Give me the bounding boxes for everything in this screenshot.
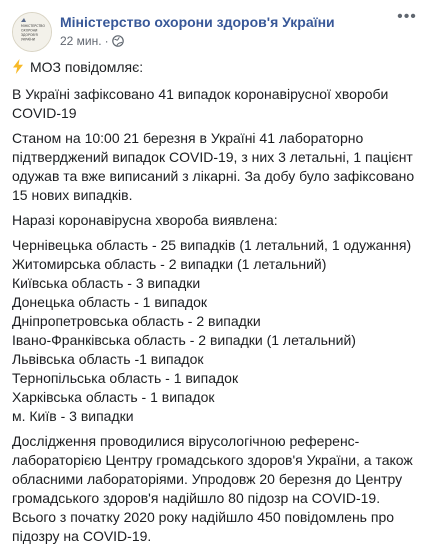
region-line: Львівська область -1 випадок	[12, 351, 204, 367]
region-line: м. Київ - 3 випадки	[12, 408, 134, 424]
post-body: МОЗ повідомляє: В Україні зафіксовано 41…	[12, 58, 422, 552]
avatar-text-line: ЗДОРОВ'Я	[21, 33, 38, 37]
page-name-link[interactable]: Міністерство охорони здоров'я України	[60, 13, 335, 31]
avatar-text-line: УКРАЇНИ	[21, 37, 36, 42]
research-paragraph: Дослідження проводилися вірусологічною р…	[12, 433, 413, 544]
lightning-icon	[12, 59, 24, 79]
region-line: Івано-Франківська область - 2 випадки (1…	[12, 332, 356, 348]
more-icon: •••	[397, 8, 417, 25]
globe-icon[interactable]	[111, 35, 124, 51]
region-line: Донецька область - 1 випадок	[12, 294, 208, 310]
lead-text: МОЗ повідомляє:	[30, 59, 144, 75]
avatar[interactable]: МІНІСТЕРСТВО ОХОРОНИ ЗДОРОВ'Я УКРАЇНИ	[12, 12, 52, 52]
region-line: Тернопільська область - 1 випадок	[12, 370, 239, 386]
ministry-logo-icon: МІНІСТЕРСТВО ОХОРОНИ ЗДОРОВ'Я УКРАЇНИ	[13, 13, 51, 51]
region-line: Чернівецька область - 25 випадків (1 лет…	[12, 237, 412, 253]
avatar-text-line: ОХОРОНИ	[21, 29, 38, 33]
lead-line: МОЗ повідомляє:	[12, 58, 422, 79]
post-header: МІНІСТЕРСТВО ОХОРОНИ ЗДОРОВ'Я УКРАЇНИ Мі…	[12, 9, 418, 52]
facebook-post: МІНІСТЕРСТВО ОХОРОНИ ЗДОРОВ'Я УКРАЇНИ Мі…	[0, 0, 430, 544]
avatar-text-line: МІНІСТЕРСТВО	[21, 24, 45, 28]
region-line: Харківська область - 1 випадок	[12, 389, 215, 405]
more-options-button[interactable]: •••	[396, 9, 418, 28]
post-timestamp[interactable]: 22 мин.	[60, 34, 102, 48]
intro-paragraph: В Україні зафіксовано 41 випадок коронав…	[12, 86, 389, 121]
region-line: Житомирська область - 2 випадки (1 летал…	[12, 256, 327, 272]
status-paragraph: Станом на 10:00 21 березня в Україні 41 …	[12, 130, 415, 203]
post-meta: 22 мин. ·	[60, 33, 124, 51]
regions-intro: Наразі коронавірусна хвороба виявлена:	[12, 212, 278, 228]
meta-separator: ·	[104, 34, 109, 48]
region-line: Дніпропетровська область - 2 випадки	[12, 313, 261, 329]
region-line: Київська область - 3 випадки	[12, 275, 201, 291]
